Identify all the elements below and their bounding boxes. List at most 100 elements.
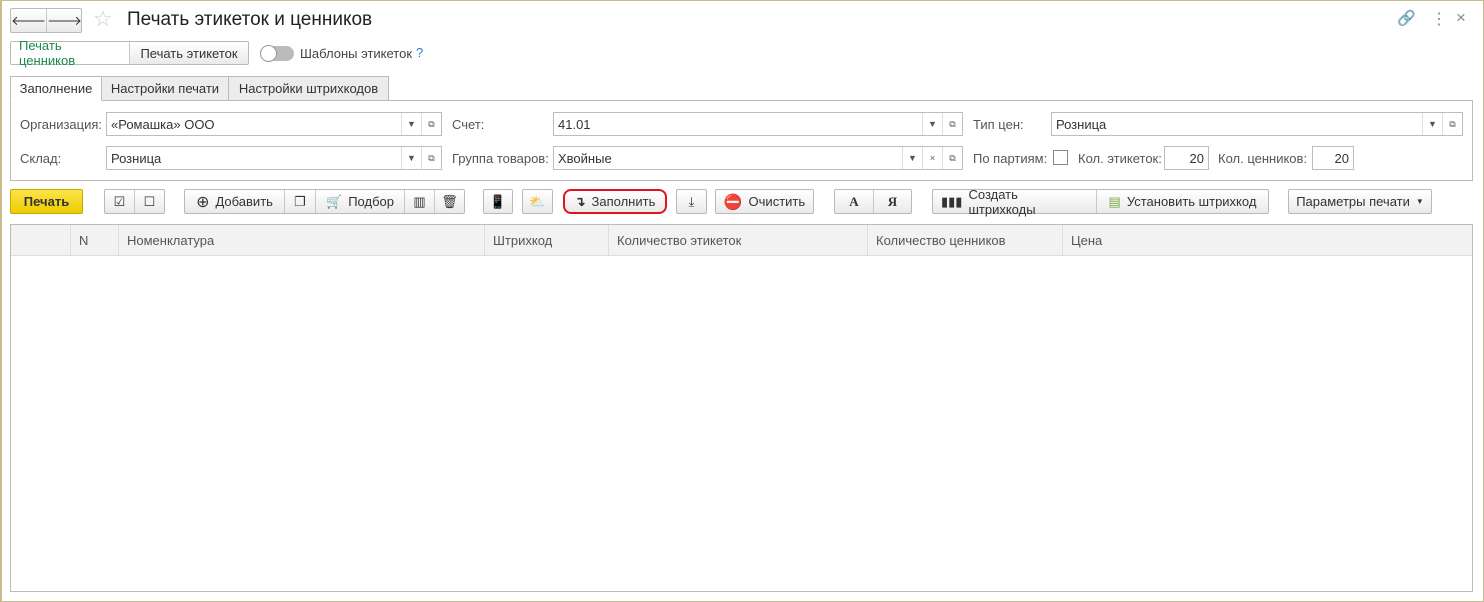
organization-value: «Ромашка» ООО [107, 117, 401, 132]
cloud-download-icon: ⛅ [529, 194, 545, 210]
pick-button[interactable]: 🛒 Подбор [316, 190, 405, 213]
product-group-label: Группа товаров: [452, 151, 549, 166]
scanner-button[interactable]: 📱 [483, 189, 513, 214]
column-header-nomenclature[interactable]: Номенклатура [119, 225, 485, 256]
dropdown-icon[interactable]: ▼ [922, 113, 942, 135]
column-header-mark[interactable] [11, 225, 71, 256]
minus-circle-icon: ⛔ [724, 193, 743, 211]
mode-switch: Печать ценников Печать этикеток [10, 41, 249, 65]
sort-a-button[interactable]: A [835, 190, 874, 213]
column-header-barcode[interactable]: Штрихкод [485, 225, 609, 256]
organization-label: Организация: [20, 117, 102, 132]
print-params-button[interactable]: Параметры печати ▼ [1288, 189, 1432, 214]
price-type-value: Розница [1052, 117, 1422, 132]
chevron-down-icon: ▼ [1416, 197, 1424, 206]
labels-count-label: Кол. этикеток: [1078, 151, 1162, 166]
tab-filling[interactable]: Заполнение [10, 76, 102, 101]
account-field[interactable]: 41.01▼⧉ [553, 112, 963, 136]
sort-ya-button[interactable]: Я [874, 190, 911, 213]
dropdown-icon[interactable]: ▼ [1422, 113, 1442, 135]
more-menu-icon[interactable]: ⋮ [1431, 9, 1447, 29]
templates-label: Шаблоны этикеток [300, 46, 412, 61]
fill-down-button[interactable]: ⤓ [676, 189, 707, 214]
warehouse-field[interactable]: Розница▼⧉ [106, 146, 442, 170]
mode-price-tags[interactable]: Печать ценников [11, 42, 130, 64]
set-barcode-label: Установить штрихкод [1127, 194, 1257, 209]
add-button[interactable]: ⊕ Добавить [185, 190, 285, 213]
scanner-icon: 📱 [490, 194, 506, 210]
mode-labels[interactable]: Печать этикеток [130, 42, 248, 64]
forward-button[interactable]: 🡒 [47, 9, 82, 32]
clear-icon[interactable]: × [922, 147, 942, 169]
barcode-search-button[interactable]: ▥ [405, 190, 435, 213]
account-value: 41.01 [554, 117, 922, 132]
templates-toggle[interactable] [260, 46, 294, 61]
nav-buttons: 🡐 🡒 [10, 8, 82, 33]
dropdown-icon[interactable]: ▼ [902, 147, 922, 169]
page-title: Печать этикеток и ценников [127, 9, 372, 31]
barcode-search-icon: ▥ [413, 194, 425, 210]
column-header-n[interactable]: N [71, 225, 119, 256]
link-icon[interactable]: 🔗 [1397, 9, 1416, 27]
price-type-field[interactable]: Розница▼⧉ [1051, 112, 1463, 136]
fill-arrow-icon: ↴ [575, 194, 586, 210]
tab-barcode-settings[interactable]: Настройки штрихкодов [228, 76, 389, 101]
edit-group: ⊕ Добавить ❐ 🛒 Подбор ▥ 🗑 [184, 189, 465, 214]
help-icon[interactable]: ? [416, 45, 423, 60]
barcode-group: ▮▮▮Создать штрихкоды ▤Установить штрихко… [932, 189, 1269, 214]
fill-label: Заполнить [592, 194, 656, 209]
product-group-field[interactable]: Хвойные▼×⧉ [553, 146, 963, 170]
warehouse-value: Розница [107, 151, 401, 166]
column-header-labels-count[interactable]: Количество этикеток [609, 225, 868, 256]
check-all-button[interactable]: ☑ [105, 190, 135, 213]
items-table[interactable]: N Номенклатура Штрихкод Количество этике… [10, 224, 1473, 592]
clear-label: Очистить [749, 194, 806, 209]
copy-icon: ❐ [294, 194, 306, 210]
organization-field[interactable]: «Ромашка» ООО▼⧉ [106, 112, 442, 136]
price-type-label: Тип цен: [973, 117, 1024, 132]
cart-icon: 🛒 [326, 194, 342, 210]
column-header-tags-count[interactable]: Количество ценников [868, 225, 1063, 256]
open-icon[interactable]: ⧉ [1442, 113, 1462, 135]
by-batches-label: По партиям: [973, 151, 1047, 166]
print-params-label: Параметры печати [1296, 194, 1410, 209]
close-icon[interactable]: × [1456, 8, 1466, 28]
create-barcodes-button[interactable]: ▮▮▮Создать штрихкоды [933, 190, 1097, 213]
clear-button[interactable]: ⛔ Очистить [715, 189, 814, 214]
copy-button[interactable]: ❐ [285, 190, 316, 213]
by-batches-checkbox[interactable] [1053, 150, 1068, 165]
dropdown-icon[interactable]: ▼ [401, 147, 421, 169]
open-icon[interactable]: ⧉ [942, 113, 962, 135]
set-barcode-button[interactable]: ▤ Установить штрихкод [1097, 190, 1268, 213]
labels-count-field[interactable]: 20 [1164, 146, 1209, 170]
sort-group: A Я [834, 189, 912, 214]
back-button[interactable]: 🡐 [11, 9, 47, 32]
pick-label: Подбор [348, 194, 394, 209]
load-button[interactable]: ⛅ [522, 189, 553, 214]
warehouse-label: Склад: [20, 151, 61, 166]
create-barcodes-label: Создать штрихкоды [968, 187, 1088, 217]
barcode-icon: ▮▮▮ [941, 194, 962, 210]
add-label: Добавить [215, 194, 272, 209]
delete-button[interactable]: 🗑 [435, 190, 464, 213]
tags-count-field[interactable]: 20 [1312, 146, 1354, 170]
print-button[interactable]: Печать [10, 189, 83, 214]
plus-circle-icon: ⊕ [196, 192, 209, 212]
favorite-star-icon[interactable]: ☆ [93, 6, 113, 32]
account-label: Счет: [452, 117, 484, 132]
set-barcode-icon: ▤ [1109, 194, 1121, 210]
check-group: ☑ ☐ [104, 189, 165, 214]
column-header-price[interactable]: Цена [1063, 225, 1463, 256]
tab-print-settings[interactable]: Настройки печати [101, 76, 229, 101]
open-icon[interactable]: ⧉ [942, 147, 962, 169]
tags-count-label: Кол. ценников: [1218, 151, 1307, 166]
uncheck-all-button[interactable]: ☐ [135, 190, 164, 213]
fill-button[interactable]: ↴ Заполнить [563, 189, 667, 214]
dropdown-icon[interactable]: ▼ [401, 113, 421, 135]
table-header: N Номенклатура Штрихкод Количество этике… [11, 225, 1472, 256]
product-group-value: Хвойные [554, 151, 902, 166]
fill-down-icon: ⤓ [689, 194, 695, 210]
trash-icon: 🗑 [441, 194, 458, 210]
open-icon[interactable]: ⧉ [421, 113, 441, 135]
open-icon[interactable]: ⧉ [421, 147, 441, 169]
